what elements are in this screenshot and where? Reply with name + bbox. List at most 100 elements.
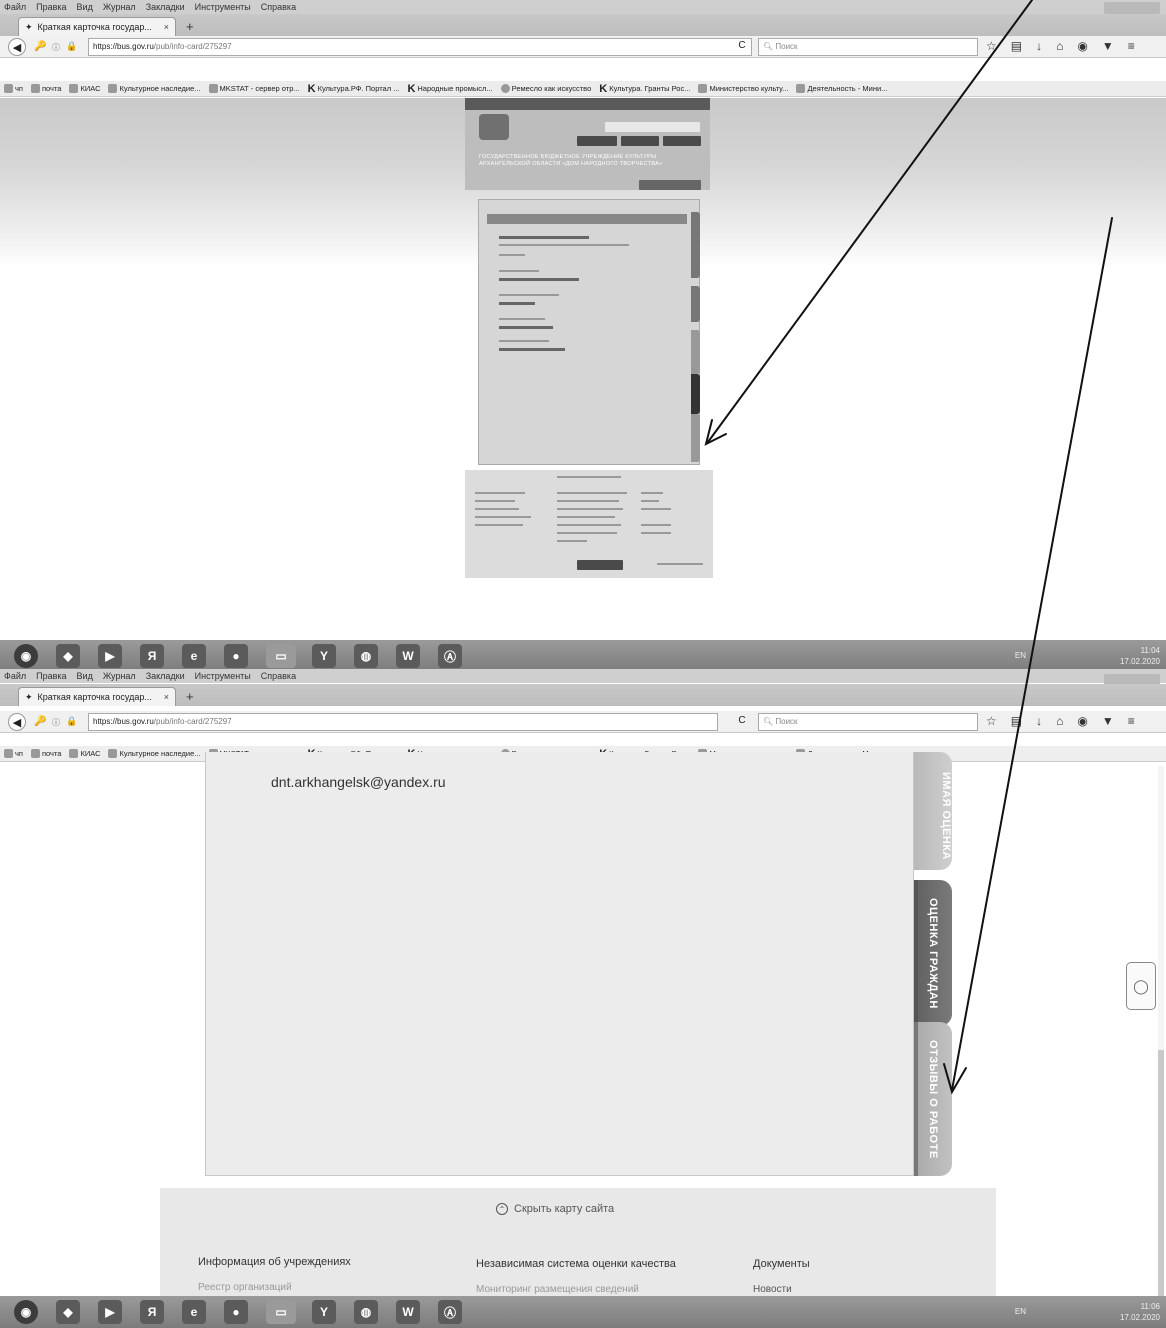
bookmark-item[interactable]: Деятельность - Мини... <box>796 84 887 93</box>
acrobat-icon[interactable]: Ⓐ <box>438 1300 462 1324</box>
menu-tools[interactable]: Инструменты <box>195 2 251 12</box>
mini-select[interactable] <box>605 122 700 132</box>
bookmark-item[interactable]: КИАС <box>69 749 100 758</box>
mini-vertical-tab[interactable] <box>691 212 700 278</box>
bookmark-item[interactable]: KКультура.РФ. Портал ... <box>308 83 400 95</box>
reload-icon[interactable]: C <box>732 38 752 56</box>
start-orb-icon[interactable]: ◉ <box>14 1300 38 1324</box>
menu-view[interactable]: Вид <box>77 671 93 681</box>
package-icon[interactable]: ◆ <box>56 644 80 668</box>
menu-file[interactable]: Файл <box>4 671 26 681</box>
chat-icon[interactable]: ◉ <box>1077 39 1087 53</box>
bookmark-item[interactable]: чп <box>4 84 23 93</box>
yandex-browser-icon[interactable]: Y <box>312 644 336 668</box>
info-icon[interactable]: ⓘ <box>52 42 60 53</box>
menu-bookmarks[interactable]: Закладки <box>146 2 185 12</box>
mini-vertical-tab[interactable] <box>691 330 700 374</box>
menu-icon[interactable]: ≡ <box>1128 714 1135 728</box>
star-icon[interactable]: ☆ <box>986 714 997 728</box>
mini-button[interactable] <box>639 180 701 190</box>
language-indicator[interactable]: EN <box>1015 651 1026 660</box>
chrome-icon[interactable]: ● <box>224 644 248 668</box>
bookmark-item[interactable]: Культурное наследие... <box>108 84 201 93</box>
search-input[interactable]: 🔍︎ Поиск <box>758 38 978 56</box>
menu-bookmarks[interactable]: Закладки <box>146 671 185 681</box>
feedback-widget[interactable]: ◯ <box>1126 962 1156 1010</box>
bookmark-item[interactable]: Ремесло как искусство <box>500 84 591 93</box>
bookmark-item[interactable]: КИАС <box>69 84 100 93</box>
new-tab-button[interactable]: + <box>186 689 194 704</box>
bookmark-item[interactable]: MKSTAT - сервер отр... <box>208 84 300 93</box>
search-input[interactable]: 🔍︎ Поиск <box>758 713 978 731</box>
mini-button[interactable] <box>621 136 659 146</box>
bookmark-item[interactable]: почта <box>30 749 61 758</box>
bookmark-item[interactable]: чп <box>4 749 23 758</box>
mini-button[interactable] <box>577 560 623 570</box>
window-controls[interactable] <box>1104 2 1160 14</box>
bookmark-item[interactable]: почта <box>30 84 61 93</box>
chat-icon[interactable]: ◉ <box>1077 714 1087 728</box>
new-tab-button[interactable]: + <box>186 19 194 34</box>
hide-sitemap-toggle[interactable]: ⌃ Скрыть карту сайта <box>496 1203 614 1215</box>
folder-icon[interactable]: ▭ <box>266 1300 296 1324</box>
bookmark-item[interactable]: KКультура. Гранты Рос... <box>599 83 690 95</box>
media-icon[interactable]: ▶ <box>98 644 122 668</box>
menu-history[interactable]: Журнал <box>103 2 136 12</box>
media-icon[interactable]: ▶ <box>98 1300 122 1324</box>
back-arrow-icon[interactable]: ◀ <box>8 713 26 731</box>
close-icon[interactable]: × <box>164 22 169 32</box>
url-bar[interactable]: https://bus.gov.ru/pub/info-card/275297 <box>88 713 718 731</box>
reader-icon[interactable]: ▤ <box>1011 714 1022 728</box>
sitemap-heading[interactable]: Документы <box>753 1258 810 1270</box>
menu-history[interactable]: Журнал <box>103 671 136 681</box>
download-icon[interactable]: ↓ <box>1036 39 1042 53</box>
url-bar[interactable]: https://bus.gov.ru/pub/info-card/275297 <box>88 38 752 56</box>
download-icon[interactable]: ↓ <box>1036 714 1042 728</box>
star-icon[interactable]: ☆ <box>986 39 997 53</box>
firefox-icon[interactable]: ◍ <box>354 644 378 668</box>
word-icon[interactable]: W <box>396 644 420 668</box>
sitemap-link[interactable]: Реестр организаций <box>198 1282 292 1293</box>
ie-icon[interactable]: e <box>182 644 206 668</box>
pocket-icon[interactable]: ▼ <box>1102 39 1114 53</box>
key-icon[interactable]: 🔑 <box>34 41 46 52</box>
folder-icon[interactable]: ▭ <box>266 644 296 668</box>
clock[interactable]: 11:04 17.02.2020 <box>1120 645 1160 667</box>
browser-tab[interactable]: ✦ Краткая карточка государ... × <box>18 17 176 36</box>
menu-help[interactable]: Справка <box>261 671 296 681</box>
firefox-icon[interactable]: ◍ <box>354 1300 378 1324</box>
info-icon[interactable]: ⓘ <box>52 717 60 728</box>
menu-help[interactable]: Справка <box>261 2 296 12</box>
sitemap-heading[interactable]: Независимая система оценки качества <box>476 1258 676 1270</box>
bookmark-item[interactable]: Министерство культу... <box>698 84 788 93</box>
menu-view[interactable]: Вид <box>77 2 93 12</box>
mini-button[interactable] <box>663 136 701 146</box>
menu-edit[interactable]: Правка <box>36 671 66 681</box>
word-icon[interactable]: W <box>396 1300 420 1324</box>
mini-vertical-tab[interactable] <box>691 414 700 462</box>
email-link[interactable]: dnt.arkhangelsk@yandex.ru <box>271 774 446 790</box>
home-icon[interactable]: ⌂ <box>1056 39 1063 53</box>
clock[interactable]: 11:06 17.02.2020 <box>1120 1301 1160 1323</box>
chrome-icon[interactable]: ● <box>224 1300 248 1324</box>
close-icon[interactable]: × <box>164 692 169 702</box>
sitemap-heading[interactable]: Информация об учреждениях <box>198 1256 351 1268</box>
mini-vertical-tab[interactable] <box>691 374 700 414</box>
start-orb-icon[interactable]: ◉ <box>14 644 38 668</box>
reader-icon[interactable]: ▤ <box>1011 39 1022 53</box>
pocket-icon[interactable]: ▼ <box>1102 714 1114 728</box>
sitemap-link[interactable]: Новости <box>753 1284 792 1295</box>
yandex-icon[interactable]: Я <box>140 644 164 668</box>
bookmark-item[interactable]: Культурное наследие... <box>108 749 201 758</box>
mini-button[interactable] <box>577 136 617 146</box>
sitemap-link[interactable]: Мониторинг размещения сведений <box>476 1284 639 1295</box>
tab-citizen-assessment[interactable]: ОЦЕНКА ГРАЖДАН <box>914 880 952 1026</box>
bookmark-item[interactable]: KНародные промысл... <box>407 83 492 95</box>
scrollbar-thumb[interactable] <box>1158 1050 1164 1296</box>
acrobat-icon[interactable]: Ⓐ <box>438 644 462 668</box>
tab-work-reviews[interactable]: ОТЗЫВЫ О РАБОТЕ <box>914 1022 952 1176</box>
yandex-icon[interactable]: Я <box>140 1300 164 1324</box>
ie-icon[interactable]: e <box>182 1300 206 1324</box>
key-icon[interactable]: 🔑 <box>34 716 46 727</box>
menu-tools[interactable]: Инструменты <box>195 671 251 681</box>
